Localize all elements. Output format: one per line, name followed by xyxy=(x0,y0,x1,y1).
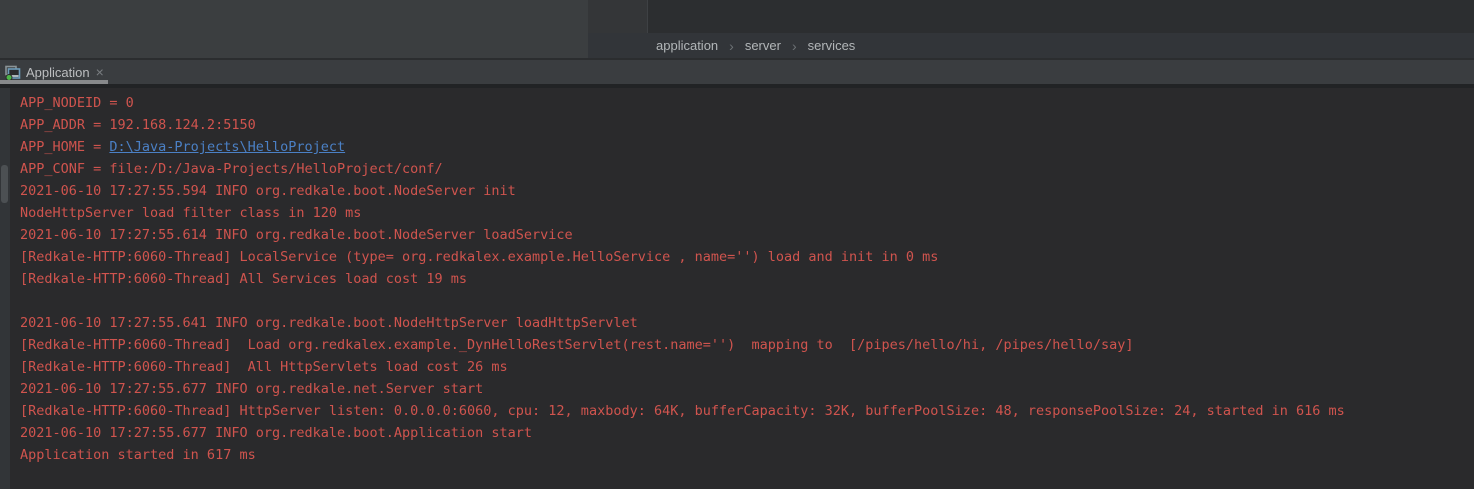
breadcrumb-separator-icon: › xyxy=(729,39,734,53)
console-line: [Redkale-HTTP:6060-Thread] All Services … xyxy=(20,268,1474,290)
breadcrumb-item-server[interactable]: server xyxy=(745,38,781,53)
console-line: 2021-06-10 17:27:55.677 INFO org.redkale… xyxy=(20,422,1474,444)
log-text: [Redkale-HTTP:6060-Thread] LocalService … xyxy=(20,249,938,265)
log-text: NodeHttpServer load filter class in 120 … xyxy=(20,205,361,221)
console-panel: APP_NODEID = 0 APP_ADDR = 192.168.124.2:5… xyxy=(0,88,1474,489)
log-text: APP_CONF = file:/D:/Java-Projects/HelloP… xyxy=(20,161,443,177)
breadcrumb-separator-icon: › xyxy=(792,39,797,53)
log-text: 2021-06-10 17:27:55.594 INFO org.redkale… xyxy=(20,183,516,199)
log-text: Application started in 617 ms xyxy=(20,447,256,463)
breadcrumb-item-services[interactable]: services xyxy=(808,38,856,53)
log-text: APP_HOME = xyxy=(20,139,109,155)
scrollbar-thumb[interactable] xyxy=(1,165,8,203)
top-mid-panel xyxy=(588,0,647,33)
console-line: 2021-06-10 17:27:55.594 INFO org.redkale… xyxy=(20,180,1474,202)
console-line: APP_CONF = file:/D:/Java-Projects/HelloP… xyxy=(20,158,1474,180)
console-line: [Redkale-HTTP:6060-Thread] Load org.redk… xyxy=(20,334,1474,356)
log-text: APP_ADDR = 192.168.124.2:5150 xyxy=(20,117,256,133)
console-line: 2021-06-10 17:27:55.677 INFO org.redkale… xyxy=(20,378,1474,400)
file-path-link[interactable]: D:\Java-Projects\HelloProject xyxy=(109,139,345,155)
console-line: NodeHttpServer load filter class in 120 … xyxy=(20,202,1474,224)
console-line: Application started in 617 ms xyxy=(20,444,1474,466)
log-text: [Redkale-HTTP:6060-Thread] HttpServer li… xyxy=(20,403,1345,419)
log-text: 2021-06-10 17:27:55.677 INFO org.redkale… xyxy=(20,381,483,397)
breadcrumb-item-application[interactable]: application xyxy=(656,38,718,53)
log-text: 2021-06-10 17:27:55.614 INFO org.redkale… xyxy=(20,227,573,243)
console-line: [Redkale-HTTP:6060-Thread] HttpServer li… xyxy=(20,400,1474,422)
console-line: 2021-06-10 17:27:55.614 INFO org.redkale… xyxy=(20,224,1474,246)
tab-application-label: Application xyxy=(26,65,90,80)
console-line: 2021-06-10 17:27:55.641 INFO org.redkale… xyxy=(20,312,1474,334)
run-toolwindow-tabbar: Application × xyxy=(0,58,1474,84)
console-line: APP_NODEID = 0 xyxy=(20,92,1474,114)
top-right-panel xyxy=(647,0,1474,33)
console-line xyxy=(20,290,1474,312)
close-icon[interactable]: × xyxy=(96,65,104,79)
breadcrumb: application › server › services xyxy=(588,33,1474,58)
console-line: APP_HOME = D:\Java-Projects\HelloProject xyxy=(20,136,1474,158)
log-text: 2021-06-10 17:27:55.677 INFO org.redkale… xyxy=(20,425,532,441)
log-text: [Redkale-HTTP:6060-Thread] All HttpServl… xyxy=(20,359,508,375)
console-line: [Redkale-HTTP:6060-Thread] All HttpServl… xyxy=(20,356,1474,378)
log-text: [Redkale-HTTP:6060-Thread] All Services … xyxy=(20,271,467,287)
console-line: APP_ADDR = 192.168.124.2:5150 xyxy=(20,114,1474,136)
console-running-icon xyxy=(4,65,21,80)
console-gutter xyxy=(0,88,10,489)
log-text: 2021-06-10 17:27:55.641 INFO org.redkale… xyxy=(20,315,638,331)
editor-empty-panel xyxy=(0,0,588,58)
log-text: APP_NODEID = 0 xyxy=(20,95,134,111)
console-line: [Redkale-HTTP:6060-Thread] LocalService … xyxy=(20,246,1474,268)
log-text: [Redkale-HTTP:6060-Thread] Load org.redk… xyxy=(20,337,1134,353)
console-output: APP_NODEID = 0 APP_ADDR = 192.168.124.2:5… xyxy=(20,92,1474,466)
